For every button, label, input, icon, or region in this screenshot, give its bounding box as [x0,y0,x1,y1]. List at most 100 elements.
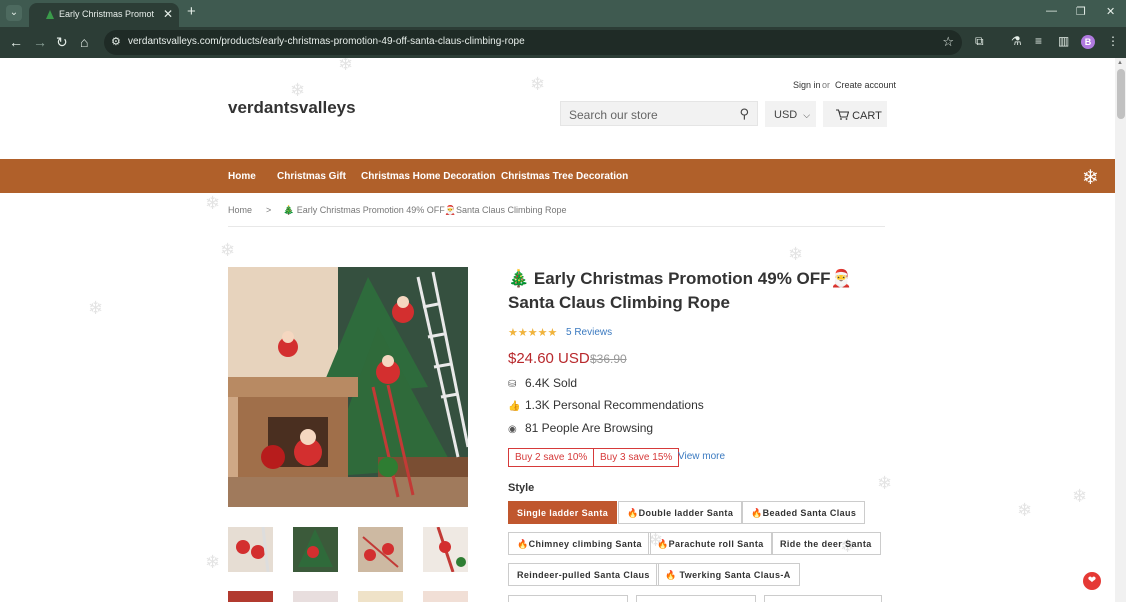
breadcrumb-separator: > [266,205,272,215]
bookmark-star-icon[interactable]: ☆ [942,34,954,50]
product-thumbnail[interactable] [228,527,273,572]
search-icon[interactable]: ⚲ [739,106,749,122]
snowflake-icon: ❄ [788,244,804,264]
search-placeholder: Search our store [569,108,658,122]
browser-tab-bar: ⌄ Early Christmas Promotion 4 ✕ + — ❐ ✕ [0,0,1126,27]
nav-item-christmas-gift[interactable]: Christmas Gift [277,171,346,182]
thumbnail-photo [423,527,468,572]
side-panel-icon[interactable]: ▥ [1058,34,1069,48]
sign-in-link[interactable]: Sign in [793,80,821,90]
style-option[interactable]: 🔥 Twerking Santa Claus-A [656,563,800,586]
style-option[interactable]: Reindeer-pulled Santa Claus [508,563,659,586]
product-thumbnail[interactable] [293,591,338,602]
product-thumbnail[interactable] [423,591,468,602]
browsing-count: ◉ 81 People Are Browsing [508,421,654,435]
promo-badge[interactable]: Buy 3 save 15% [593,448,680,467]
tab-search-icon[interactable]: ⌄ [6,5,22,21]
chat-widget-icon[interactable]: ❤ [1083,572,1101,590]
breadcrumb-current: 🎄 Early Christmas Promotion 49% OFF🎅Sant… [283,205,567,215]
or-text: or [822,80,831,90]
thumbnail-photo [358,527,403,572]
promo-badge[interactable]: Buy 2 save 10% [508,448,595,467]
maximize-icon[interactable]: ❐ [1076,5,1086,18]
create-account-link[interactable]: Create account [835,80,896,90]
thumbnail-photo [228,527,273,572]
scroll-up-icon[interactable]: ▲ [1117,60,1123,66]
menu-icon[interactable]: ⋮ [1107,34,1119,48]
style-option[interactable]: 🔥Chimney climbing Santa [508,532,651,555]
reviews-link[interactable]: 5 Reviews [566,327,612,338]
url-text: verdantsvalleys.com/products/early-chris… [128,36,525,47]
snowflake-icon: ❄ [220,240,236,260]
page-scrollbar[interactable] [1115,58,1126,602]
style-option-selected[interactable]: Single ladder Santa [508,501,618,524]
snowflake-icon: ❄ [88,298,104,318]
snowflake-icon: ❄ [877,473,893,493]
style-option[interactable]: 🔥Parachute roll Santa [648,532,773,555]
reload-icon[interactable]: ↻ [56,33,68,51]
tree-favicon-icon [46,10,54,19]
style-option[interactable] [636,595,756,602]
tab-title: Early Christmas Promotion 4 [59,9,154,19]
product-thumbnail[interactable] [228,591,273,602]
product-thumbnail[interactable] [293,527,338,572]
browser-toolbar: ← → ↻ ⌂ ⚙ verdantsvalleys.com/products/e… [0,27,1126,58]
snowflake-icon: ❄ [205,552,221,572]
main-nav: Home Christmas Gift Christmas Home Decor… [0,159,1115,193]
product-title: 🎄 Early Christmas Promotion 49% OFF🎅Sant… [508,269,852,312]
product-main-image[interactable] [228,267,468,507]
product-thumbnail[interactable] [358,527,403,572]
style-label: Style [508,482,535,494]
scrollbar-thumb[interactable] [1117,69,1125,119]
browser-tab[interactable]: Early Christmas Promotion 4 ✕ [29,3,179,27]
cart-icon [836,109,850,120]
snowflake-icon: ❄ [530,74,546,94]
home-icon[interactable]: ⌂ [80,33,88,51]
compare-price: $36.90 [590,352,627,366]
profile-avatar[interactable]: B [1081,35,1095,49]
breadcrumb-home[interactable]: Home [228,205,252,215]
address-bar[interactable]: ⚙ verdantsvalleys.com/products/early-chr… [104,30,962,55]
back-icon[interactable]: ← [9,33,23,51]
view-more-link[interactable]: View more [678,451,725,462]
product-thumbnail[interactable] [423,527,468,572]
nav-item-christmas-tree-decoration[interactable]: Christmas Tree Decoration [501,171,628,182]
rating-stars: ★★★★★ [508,327,558,339]
currency-label: USD [774,109,798,121]
style-option[interactable]: Ride the deer Santa [771,532,881,555]
style-option[interactable] [764,595,882,602]
snowflake-icon: ❄ [1082,167,1099,189]
currency-select[interactable]: USD ⌵ [765,101,816,127]
chevron-down-icon: ⌵ [803,110,811,120]
thumbnail-photo [293,527,338,572]
store-logo[interactable]: verdantsvalleys [228,98,356,118]
new-tab-icon[interactable]: + [187,3,196,20]
snowflake-icon: ❄ [205,193,221,213]
divider [228,226,885,227]
style-option[interactable]: 🔥Beaded Santa Claus [742,501,866,524]
nav-item-home[interactable]: Home [228,171,256,182]
media-icon[interactable]: ≡ [1035,34,1042,48]
labs-icon[interactable]: ⚗ [1011,34,1022,48]
cart-button[interactable]: CART [823,101,887,127]
forward-icon[interactable]: → [33,33,47,51]
recommendations-count: 👍 1.3K Personal Recommendations [508,398,704,412]
tab-close-icon[interactable]: ✕ [163,7,173,21]
close-window-icon[interactable]: ✕ [1106,5,1115,18]
snowflake-icon: ❄ [1017,500,1033,520]
product-thumbnail[interactable] [358,591,403,602]
style-option[interactable] [508,595,628,602]
minimize-icon[interactable]: — [1046,5,1057,17]
product-price: $24.60 USD [508,350,590,367]
eye-icon: ◉ [508,424,517,435]
web-page: ❄ ❄ ❄ ❄ ❄ ❄ ❄ ❄ ❄ ❄ ❄ ❄ ❄ verdantsvalley… [0,58,1115,602]
nav-item-christmas-home-decoration[interactable]: Christmas Home Decoration [361,171,495,182]
search-input[interactable]: Search our store ⚲ [560,101,758,126]
site-info-icon[interactable]: ⚙ [111,35,121,48]
extensions-icon[interactable]: ⧉ [975,34,984,49]
snowflake-icon: ❄ [338,58,354,74]
snowflake-icon: ❄ [1072,486,1088,506]
style-option[interactable]: 🔥Double ladder Santa [618,501,743,524]
product-photo [228,267,468,507]
sold-count: ⛁ 6.4K Sold [508,376,578,390]
